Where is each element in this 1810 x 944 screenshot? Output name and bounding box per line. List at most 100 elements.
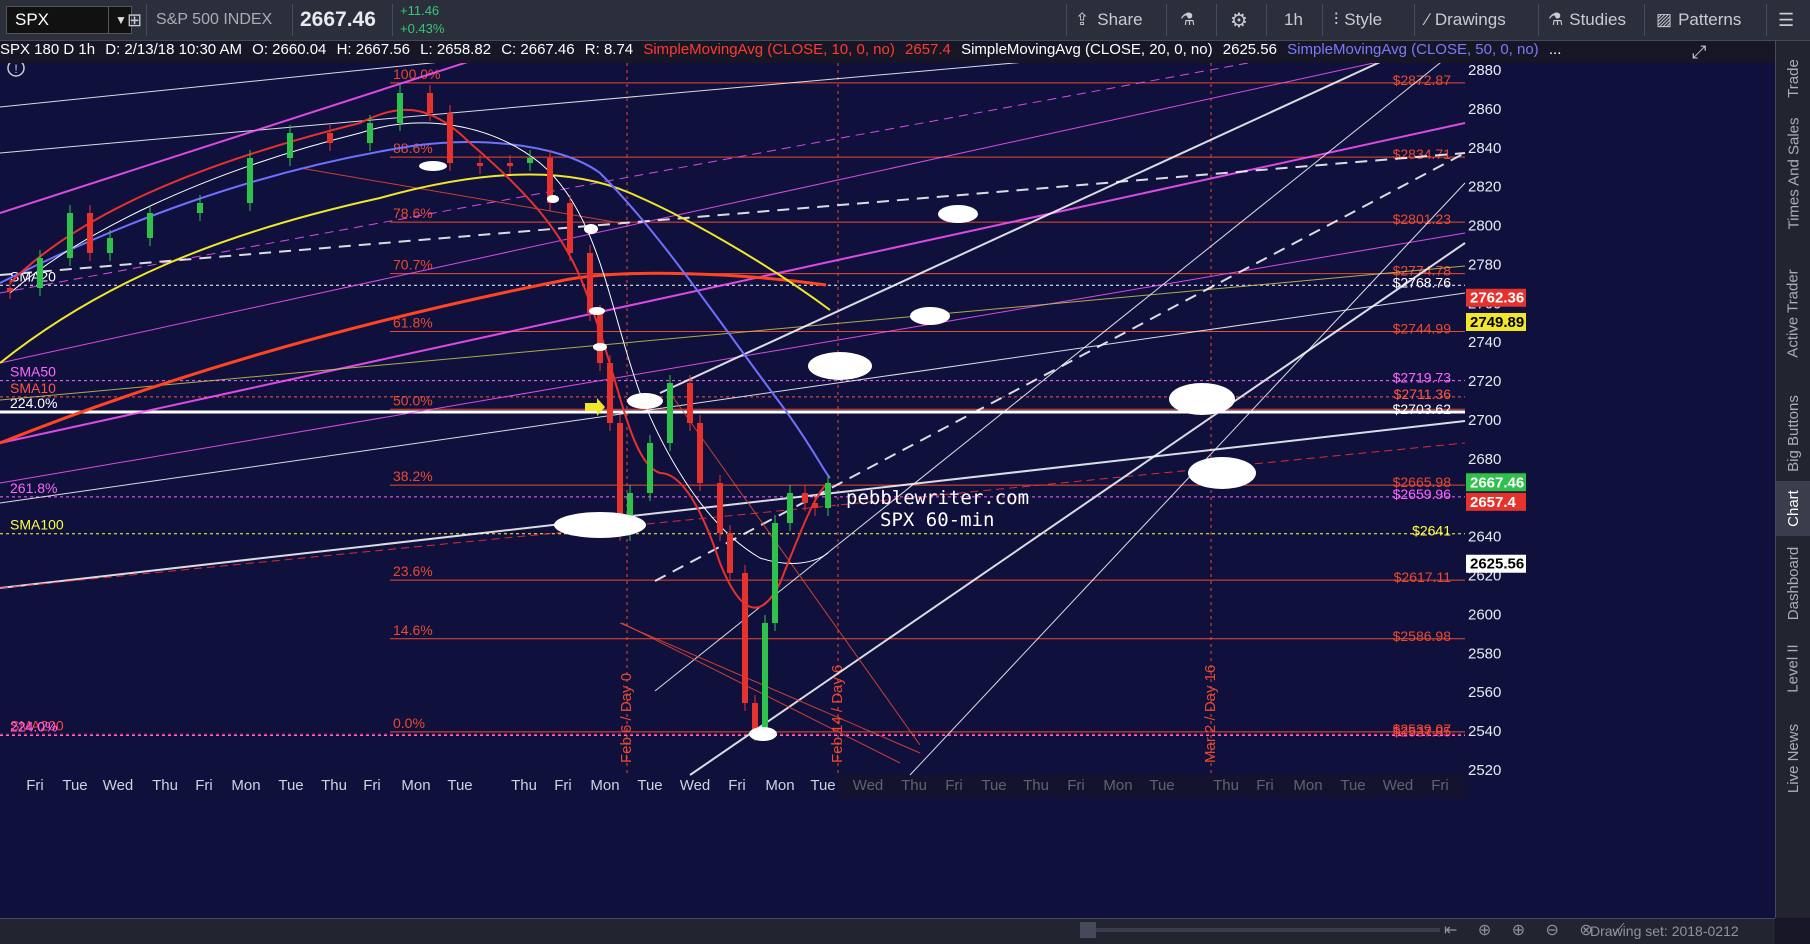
tab-level-ii[interactable]: Level II	[1776, 631, 1810, 706]
annotation-ellipse	[547, 195, 559, 203]
patterns-icon: ▨	[1656, 10, 1673, 29]
fib-label: 14.6%	[393, 622, 433, 638]
annotation-ellipse	[627, 393, 663, 409]
expand-icon[interactable]: ⤢	[1692, 42, 1706, 63]
level-price-label: $2719.73	[1393, 370, 1452, 386]
candle-body	[427, 93, 433, 113]
study-info-bar: SPX 180 D 1h D: 2/13/18 10:30 AM O: 2660…	[0, 41, 1690, 63]
candle-body	[447, 113, 453, 163]
x-tick-label: Thu	[321, 777, 347, 794]
y-tick-label: 2700	[1468, 412, 1501, 429]
symbol-text: SPX	[15, 10, 50, 29]
y-tick-label: 2880	[1468, 63, 1501, 79]
y-tick-label: 2580	[1468, 645, 1501, 662]
x-tick-label: Mon	[231, 777, 260, 794]
level-price-label: $2641	[1412, 523, 1451, 539]
bottom-bar: ⇤ ⊕ ⊕ ⊖ ⊗ ⟋ Drawing set: 2018-0212	[0, 918, 1775, 944]
fib-price-label: $2586.98	[1393, 628, 1452, 644]
patterns-button[interactable]: ▨ Patterns	[1656, 0, 1741, 40]
level-label: SMA50	[10, 364, 56, 380]
tab-label: Active Trader	[1785, 269, 1802, 358]
price-tag-text: 2762.36	[1470, 290, 1524, 307]
x-tick-label: Tue	[447, 777, 472, 794]
tab-label: Chart	[1785, 490, 1802, 527]
candle-body	[717, 483, 723, 533]
tab-trade[interactable]: Trade	[1776, 51, 1810, 106]
level-price-label: $2768.76	[1393, 274, 1452, 290]
drawings-label: Drawings	[1434, 10, 1506, 29]
y-tick-label: 2540	[1468, 723, 1501, 740]
tab-live-news[interactable]: Live News	[1776, 711, 1810, 806]
gear-icon[interactable]: ⚙	[1230, 0, 1248, 40]
study-sma50[interactable]: SimpleMovingAvg (CLOSE, 50, 0, no)	[1287, 41, 1539, 58]
flask-icon-studies: ⚗	[1548, 10, 1564, 29]
study-sma20[interactable]: SimpleMovingAvg (CLOSE, 20, 0, no)	[961, 41, 1213, 58]
vertical-marker-label: Feb 14 / Day 6	[829, 665, 846, 763]
candle-body	[327, 133, 333, 143]
candle-body	[247, 158, 253, 203]
fib-price-label: $2801.23	[1393, 211, 1452, 227]
candle-body	[812, 503, 818, 508]
tab-times-and-sales[interactable]: Times And Sales	[1776, 111, 1810, 236]
x-tick-label: Tue	[278, 777, 303, 794]
x-tick-label: Fri	[195, 777, 213, 794]
price-chart[interactable]: Fri Tue Wed Thu Fri Mon Tue Thu Fri Mon Tue Thu Fri M…	[0, 63, 1775, 918]
x-tick-label: Fri	[554, 777, 572, 794]
x-tick-label: Fri	[26, 777, 44, 794]
annotation-ellipse	[1169, 383, 1235, 415]
candle-body	[762, 623, 768, 733]
x-tick-label: Fri	[363, 777, 381, 794]
study-sma20-value: 2625.56	[1222, 41, 1277, 58]
tab-big-buttons[interactable]: Big Buttons	[1776, 391, 1810, 476]
candle-body	[197, 203, 203, 213]
x-tick-label: Mon	[765, 777, 794, 794]
candle-body	[597, 313, 603, 363]
candle-body	[567, 203, 573, 253]
drawings-button[interactable]: ∕ Drawings	[1426, 0, 1506, 40]
price-change: +11.46	[400, 3, 440, 18]
price-tag-text: 2667.46	[1470, 474, 1524, 491]
tab-active-trader[interactable]: Active Trader	[1776, 241, 1810, 386]
drawing-set-label: Drawing set: 2018-0212	[1590, 923, 1739, 939]
share-label: Share	[1097, 10, 1143, 29]
y-tick-label: 2520	[1468, 762, 1501, 779]
horizontal-scrollbar[interactable]	[1080, 922, 1440, 938]
tab-label: Live News	[1785, 723, 1803, 794]
flask-icon[interactable]: ⚗	[1180, 0, 1195, 40]
interval-button[interactable]: 1h	[1284, 0, 1303, 40]
tab-label: Dashboard	[1785, 546, 1803, 621]
level-price-label: $2711.36	[1394, 386, 1452, 402]
style-button[interactable]: ⫶ Style	[1334, 0, 1382, 40]
fib-label: 78.6%	[393, 205, 433, 221]
y-tick-label: 2720	[1468, 373, 1501, 390]
study-sma10-value: 2657.4	[905, 41, 951, 58]
level-label: 261.8%	[10, 480, 57, 496]
annotation-ellipse	[749, 727, 777, 741]
study-sma10[interactable]: SimpleMovingAvg (CLOSE, 10, 0, no)	[643, 41, 895, 58]
tab-label: Level II	[1785, 644, 1802, 693]
alert-icon-mark: !	[14, 63, 17, 76]
y-tick-label: 2860	[1468, 101, 1501, 118]
annotation-ellipse	[589, 307, 605, 315]
menu-icon[interactable]: ☰	[1778, 0, 1794, 40]
studies-button[interactable]: ⚗ Studies	[1548, 0, 1626, 40]
candle-body	[527, 158, 533, 163]
tab-chart[interactable]: Chart	[1776, 481, 1810, 536]
tab-label: Trade	[1785, 59, 1803, 98]
tab-dashboard[interactable]: Dashboard	[1776, 541, 1810, 626]
share-button[interactable]: ⇪ Share	[1075, 0, 1143, 40]
x-tick-label: Wed	[680, 777, 711, 794]
level-price-label: $2537.85	[1393, 723, 1452, 739]
candle-body	[367, 123, 373, 143]
candle-body	[107, 238, 113, 253]
link-icon[interactable]: ⊞	[127, 0, 142, 40]
fib-label: 38.2%	[393, 468, 433, 484]
candle-body	[7, 288, 13, 291]
study-more[interactable]: ...	[1549, 41, 1562, 58]
fib-price-label: $2744.99	[1393, 321, 1452, 337]
bar-range: R: 8.74	[584, 41, 634, 58]
candle-body	[507, 163, 513, 166]
candle-body	[67, 213, 73, 258]
y-tick-label: 2600	[1468, 606, 1501, 623]
watermark-line1: pebblewriter.com	[846, 487, 1029, 509]
